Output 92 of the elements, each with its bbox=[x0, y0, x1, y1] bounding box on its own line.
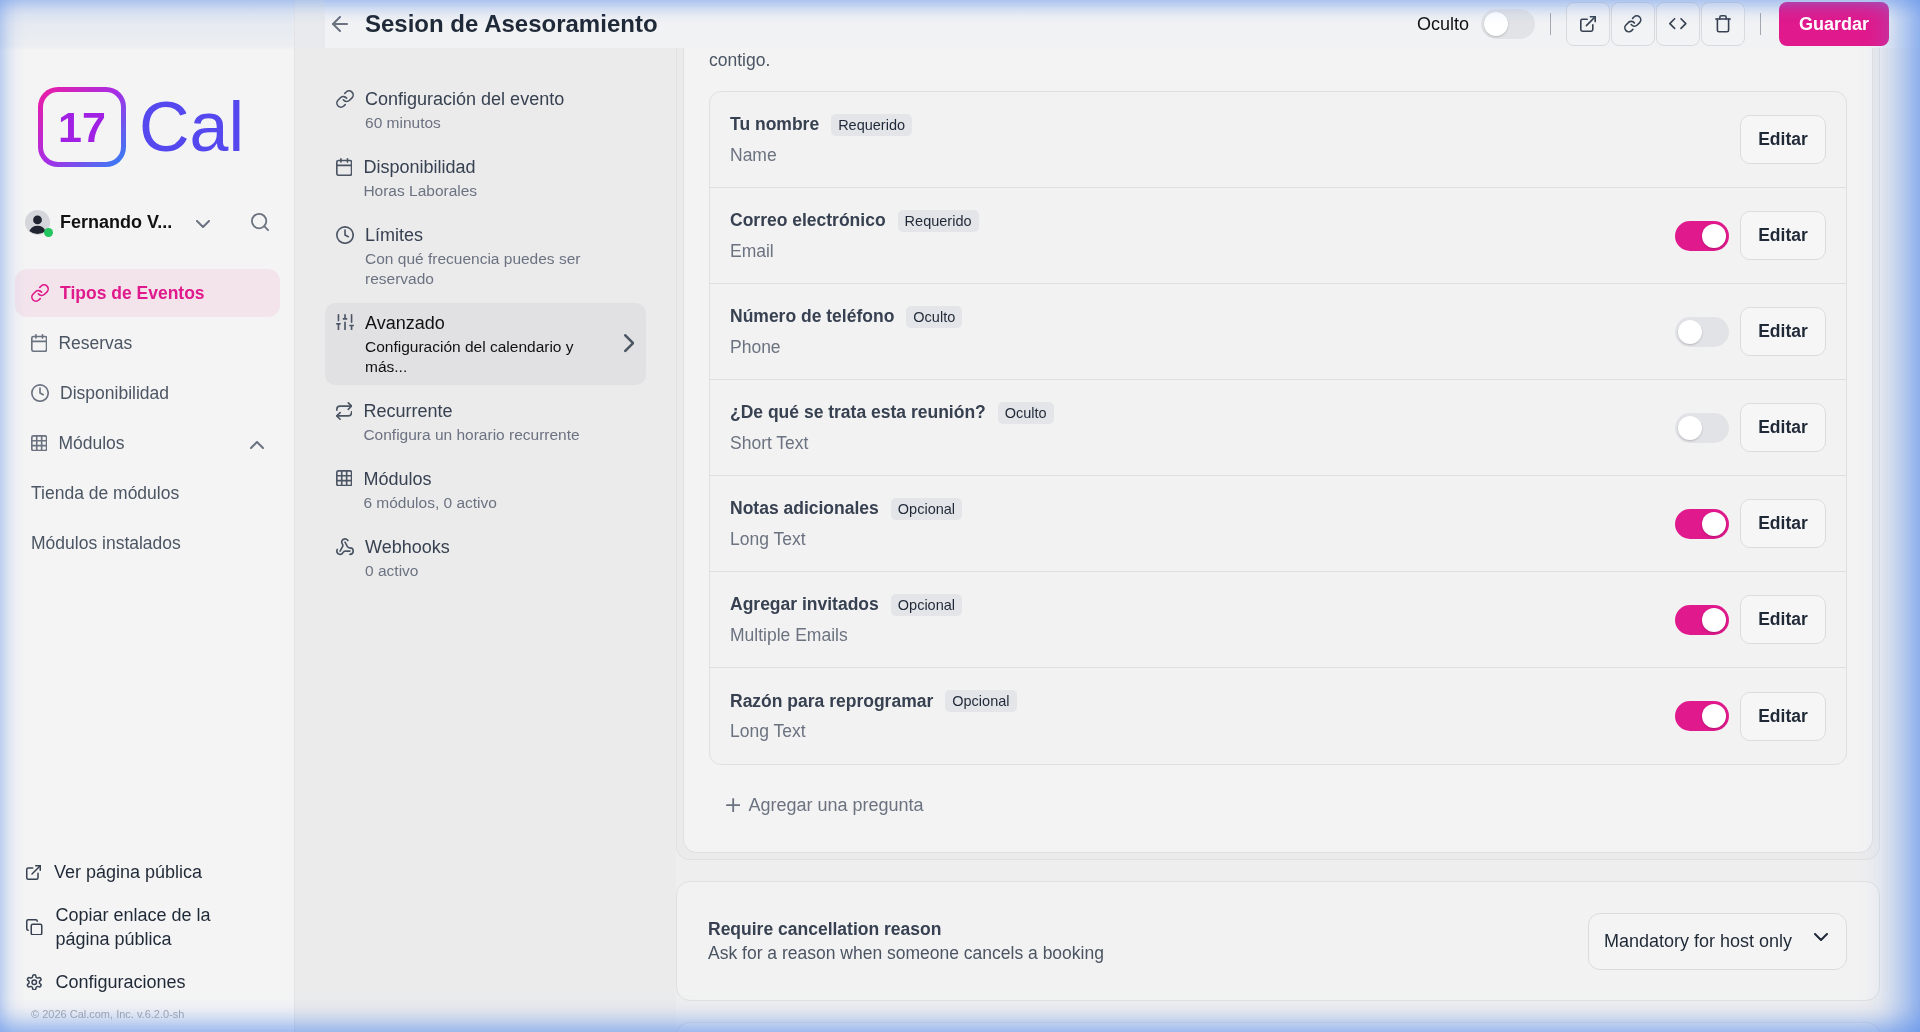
calendar-icon bbox=[336, 158, 353, 177]
settings-menu-item[interactable]: Configuración del evento 60 minutos bbox=[325, 79, 646, 141]
question-toggle[interactable] bbox=[1675, 508, 1729, 539]
question-label: Tu nombre bbox=[730, 114, 820, 135]
question-label: Razón para reprogramar bbox=[730, 690, 934, 712]
edit-button[interactable]: Editar bbox=[1740, 211, 1826, 260]
setting-title: Require cancellation reason bbox=[708, 918, 943, 941]
edit-button[interactable]: Editar bbox=[1740, 115, 1826, 164]
sidebar-link[interactable]: Ver página pública bbox=[26, 860, 294, 884]
nav-item[interactable]: Tipos de Eventos bbox=[15, 269, 280, 317]
question-type: Long Text bbox=[730, 527, 807, 551]
question-type: Phone bbox=[730, 335, 782, 359]
edit-button[interactable]: Editar bbox=[1740, 403, 1826, 452]
question-toggle[interactable] bbox=[1675, 316, 1729, 347]
question-type: Short Text bbox=[730, 431, 810, 455]
edit-button[interactable]: Editar bbox=[1740, 691, 1826, 741]
question-tag: Opcional bbox=[890, 497, 963, 520]
question-label: Correo electrónico bbox=[730, 210, 886, 231]
settings-menu-item[interactable]: Recurrente Configura un horario recurrente bbox=[325, 391, 646, 453]
chevron-down-icon bbox=[196, 219, 210, 228]
webhook-icon bbox=[336, 538, 355, 557]
settings-menu-item[interactable]: Webhooks 0 activo bbox=[325, 527, 646, 589]
question-toggle[interactable] bbox=[1675, 220, 1729, 251]
nav-item[interactable]: Módulos bbox=[15, 419, 280, 467]
question-label: Agregar invitados bbox=[730, 594, 879, 615]
question-type: Multiple Emails bbox=[730, 623, 849, 647]
question-tag: Requerido bbox=[831, 113, 913, 136]
question-tag: Opcional bbox=[890, 593, 963, 616]
hidden-toggle[interactable] bbox=[1481, 9, 1535, 39]
settings-menu-item[interactable]: Disponibilidad Horas Laborales bbox=[325, 147, 646, 209]
hidden-label: Oculto bbox=[1416, 13, 1469, 35]
question-type: Email bbox=[730, 239, 775, 263]
save-button[interactable]: Guardar bbox=[1779, 2, 1889, 46]
question-toggle[interactable] bbox=[1675, 412, 1729, 443]
question-tag: Oculto bbox=[997, 401, 1054, 424]
question-label: Número de teléfono bbox=[730, 306, 895, 327]
code-icon bbox=[1669, 18, 1687, 30]
grid-icon bbox=[336, 470, 353, 487]
calendar-icon bbox=[31, 334, 48, 352]
logo-text: Cal bbox=[139, 92, 245, 162]
question-toggle[interactable] bbox=[1675, 701, 1729, 731]
chevron-down-icon bbox=[1814, 933, 1828, 941]
question-tag: Oculto bbox=[906, 305, 963, 328]
user-menu-button[interactable]: Fernando V... bbox=[25, 209, 210, 235]
grid-icon bbox=[31, 434, 48, 452]
link-icon bbox=[31, 284, 50, 302]
sidebar-link[interactable]: Copiar enlace de la página pública bbox=[26, 903, 294, 951]
trash-icon bbox=[1715, 15, 1731, 33]
nav-item[interactable]: Reservas bbox=[15, 319, 280, 367]
question-type: Long Text bbox=[730, 720, 807, 743]
sidebar-link[interactable]: Configuraciones bbox=[26, 970, 294, 994]
copy-icon bbox=[26, 918, 43, 936]
question-type: Name bbox=[730, 143, 778, 167]
question-tag: Requerido bbox=[897, 209, 979, 232]
nav-subitem[interactable]: Tienda de módulos bbox=[15, 469, 280, 517]
back-button[interactable] bbox=[332, 16, 348, 32]
link-icon bbox=[1624, 15, 1642, 33]
select-dropdown[interactable]: Mandatory for host only bbox=[1588, 912, 1847, 970]
nav-subitem[interactable]: Módulos instalados bbox=[15, 519, 280, 567]
embed-button[interactable] bbox=[1656, 2, 1700, 46]
edit-button[interactable]: Editar bbox=[1740, 307, 1826, 356]
settings-menu-item[interactable]: Módulos 6 módulos, 0 activo bbox=[325, 459, 646, 521]
copy-link-button[interactable] bbox=[1611, 2, 1655, 46]
question-toggle[interactable] bbox=[1675, 604, 1729, 635]
settings-icon bbox=[26, 973, 43, 991]
search-icon bbox=[251, 213, 269, 231]
question-tag: Opcional bbox=[945, 690, 1017, 712]
link-icon bbox=[336, 90, 355, 109]
page-title: Sesion de Asesoramiento bbox=[365, 10, 658, 38]
external-link-icon bbox=[1580, 16, 1596, 32]
description-text: contigo. bbox=[709, 50, 772, 70]
repeat-icon bbox=[336, 402, 353, 421]
avatar-icon bbox=[25, 209, 50, 235]
chevron-right-icon bbox=[623, 334, 634, 353]
question-label: ¿De qué se trata esta reunión? bbox=[730, 402, 986, 423]
plus-icon bbox=[726, 797, 741, 813]
clock-icon bbox=[336, 226, 355, 245]
setting-description: Ask for a reason when someone cancels a booking bbox=[708, 942, 1104, 965]
edit-button[interactable]: Editar bbox=[1740, 499, 1826, 548]
copyright-text: © 2026 Cal.com, Inc. v.6.2.0-sh bbox=[30, 1007, 186, 1022]
search-button[interactable] bbox=[251, 213, 269, 231]
edit-button[interactable]: Editar bbox=[1740, 595, 1826, 644]
preview-button[interactable] bbox=[1566, 2, 1610, 46]
add-question-button[interactable]: Agregar una pregunta bbox=[722, 785, 928, 825]
delete-button[interactable] bbox=[1701, 2, 1745, 46]
sliders-icon bbox=[336, 314, 355, 331]
settings-menu-item[interactable]: Límites Con qué frecuencia puedes ser reservado bbox=[325, 215, 646, 297]
clock-icon bbox=[31, 384, 50, 402]
settings-menu-item[interactable]: Avanzado Configuración del calendario y más... bbox=[325, 303, 646, 385]
nav-item[interactable]: Disponibilidad bbox=[15, 369, 280, 417]
question-label: Notas adicionales bbox=[730, 498, 879, 519]
external-link-icon bbox=[26, 864, 41, 880]
